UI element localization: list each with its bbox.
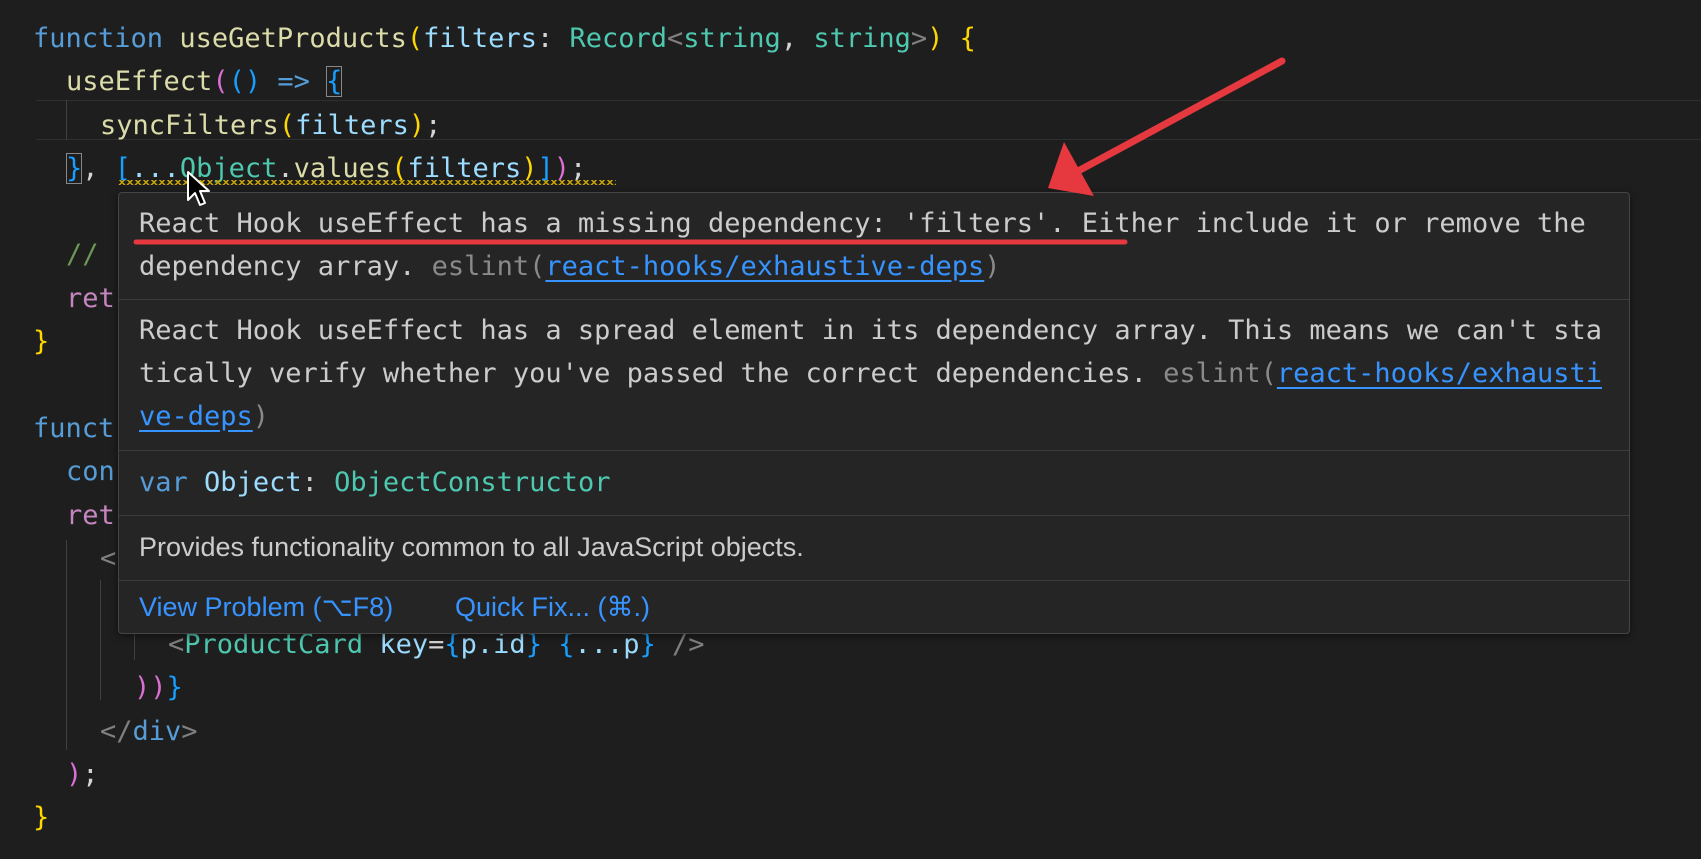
- annotation-overlay: [133, 57, 1286, 245]
- annotation-arrow-icon: [1048, 57, 1286, 196]
- code-editor[interactable]: function useGetProducts(filters: Record<…: [0, 0, 1701, 859]
